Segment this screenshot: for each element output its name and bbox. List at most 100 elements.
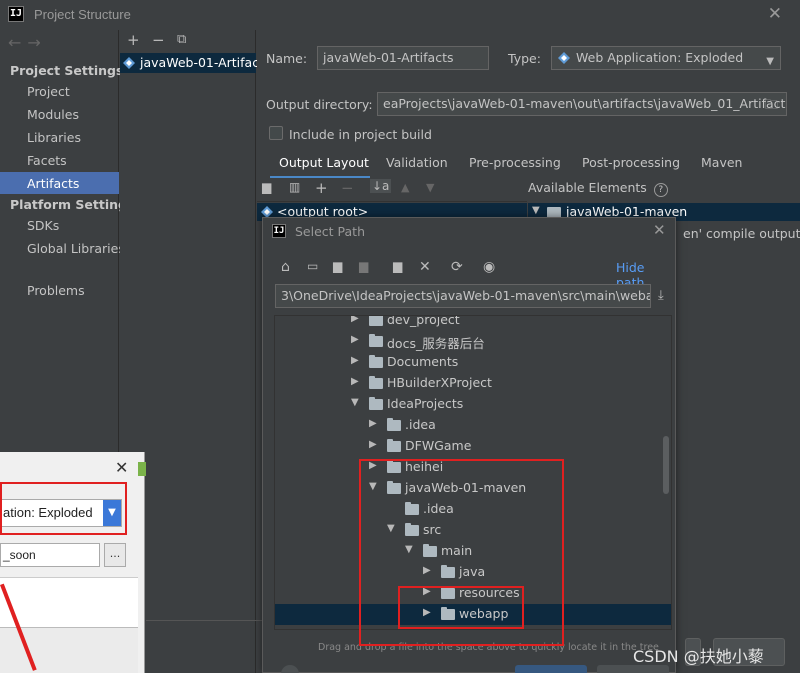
type-label: Type: bbox=[508, 51, 541, 66]
browse-button[interactable]: ... bbox=[104, 543, 126, 567]
chevron-right-icon[interactable]: ▶ bbox=[369, 418, 377, 429]
side-tab-marker bbox=[138, 462, 146, 476]
name-text-value: _soon bbox=[3, 548, 36, 562]
remove-icon[interactable]: − bbox=[341, 179, 354, 197]
available-elements-title: Available Elements ? bbox=[528, 180, 668, 197]
type-select-value: Web Application: Exploded bbox=[576, 50, 744, 65]
dialog-title: Select Path bbox=[295, 224, 365, 239]
close-icon[interactable]: ✕ bbox=[115, 458, 128, 477]
title-bar: IJ Project Structure ✕ bbox=[0, 0, 800, 30]
tree-row[interactable]: ▶ .idea bbox=[275, 415, 671, 436]
web-artifact-icon bbox=[558, 52, 570, 64]
chevron-down-icon[interactable]: ▼ bbox=[351, 397, 359, 408]
delete-icon[interactable]: ✕ bbox=[419, 259, 431, 275]
watermark: CSDN @扶她小藜 bbox=[633, 647, 764, 666]
move-down-icon[interactable]: ▼ bbox=[426, 181, 434, 194]
tree-row[interactable]: ▶ docs_服务器后台 bbox=[275, 331, 671, 352]
folder-icon bbox=[387, 439, 401, 452]
project-folder-icon[interactable]: ▆ bbox=[333, 259, 342, 273]
tree-row-label: docs_服务器后台 bbox=[387, 336, 485, 351]
sidebar-item-artifacts[interactable]: Artifacts bbox=[27, 176, 79, 191]
chevron-down-icon: ▼ bbox=[532, 205, 540, 216]
folder-icon bbox=[369, 376, 383, 389]
archive-icon[interactable]: ▥ bbox=[289, 180, 300, 194]
annotation-webapp-box bbox=[398, 586, 524, 629]
new-folder-icon[interactable]: ▆ bbox=[393, 259, 402, 273]
close-icon[interactable]: ✕ bbox=[768, 4, 782, 24]
artifact-item-label: javaWeb-01-Artifact bbox=[140, 55, 264, 70]
name-field[interactable]: javaWeb-01-Artifacts bbox=[317, 46, 489, 70]
tab-post-processing[interactable]: Post-processing bbox=[582, 155, 680, 170]
close-icon[interactable]: ✕ bbox=[653, 221, 666, 239]
module-folder-icon[interactable]: ▆ bbox=[359, 259, 368, 273]
tree-row-label: Documents bbox=[387, 354, 459, 369]
sidebar-item-facets[interactable]: Facets bbox=[27, 153, 67, 168]
web-artifact-icon bbox=[123, 57, 135, 69]
add-icon[interactable]: + bbox=[127, 31, 140, 49]
add-copy-icon[interactable]: + bbox=[315, 179, 328, 197]
tab-output-layout[interactable]: Output Layout bbox=[279, 155, 369, 170]
nav-arrows[interactable]: ←→ bbox=[8, 33, 47, 52]
sidebar-item-sdks[interactable]: SDKs bbox=[27, 218, 59, 233]
sidebar-item-problems[interactable]: Problems bbox=[27, 283, 85, 298]
move-up-icon[interactable]: ▲ bbox=[401, 181, 409, 194]
tree-row-label: DFWGame bbox=[405, 438, 472, 453]
output-dir-label: Output directory: bbox=[266, 97, 373, 112]
folder-icon bbox=[387, 418, 401, 431]
sidebar-item-libraries[interactable]: Libraries bbox=[27, 130, 81, 145]
sidebar-item-global-libraries[interactable]: Global Libraries bbox=[27, 241, 125, 256]
annotation-highlight-box bbox=[0, 482, 127, 535]
chevron-right-icon[interactable]: ▶ bbox=[351, 355, 359, 366]
new-folder-icon[interactable]: ▆ bbox=[262, 180, 271, 194]
tree-row[interactable]: ▶ DFWGame bbox=[275, 436, 671, 457]
folder-icon bbox=[369, 334, 383, 347]
divider bbox=[146, 620, 262, 621]
tree-row[interactable]: ▼ IdeaProjects bbox=[275, 394, 671, 415]
output-dir-value: eaProjects\javaWeb-01-maven\out\artifact… bbox=[383, 96, 787, 111]
ok-button[interactable] bbox=[515, 665, 587, 673]
chevron-right-icon[interactable]: ▶ bbox=[351, 316, 359, 324]
chevron-down-icon: ▼ bbox=[766, 56, 774, 67]
include-build-checkbox[interactable] bbox=[269, 126, 283, 140]
show-hidden-icon[interactable]: ◉ bbox=[483, 259, 495, 275]
refresh-icon[interactable]: ⟳ bbox=[451, 259, 463, 275]
compile-output-item[interactable]: en' compile output bbox=[683, 226, 800, 241]
type-select[interactable]: Web Application: Exploded ▼ bbox=[551, 46, 781, 70]
download-icon[interactable]: ⤓ bbox=[658, 288, 664, 303]
sidebar-item-project[interactable]: Project bbox=[27, 84, 70, 99]
folder-browse-icon[interactable]: 🗀 bbox=[765, 96, 778, 118]
sidebar-item-modules[interactable]: Modules bbox=[27, 107, 79, 122]
tree-row-label: .idea bbox=[405, 417, 436, 432]
project-settings-header: Project Settings bbox=[10, 63, 124, 78]
name-label: Name: bbox=[266, 51, 308, 66]
tab-validation[interactable]: Validation bbox=[386, 155, 448, 170]
available-elements-label: Available Elements bbox=[528, 180, 647, 195]
tree-row[interactable]: ▶ HBuilderXProject bbox=[275, 373, 671, 394]
include-build-label: Include in project build bbox=[289, 127, 432, 142]
tree-scrollbar[interactable] bbox=[663, 436, 669, 494]
output-dir-field[interactable]: eaProjects\javaWeb-01-maven\out\artifact… bbox=[377, 92, 787, 116]
chevron-right-icon[interactable]: ▶ bbox=[351, 376, 359, 387]
tab-pre-processing[interactable]: Pre-processing bbox=[469, 155, 561, 170]
copy-icon[interactable]: ⧉ bbox=[177, 32, 186, 47]
tab-maven[interactable]: Maven bbox=[701, 155, 742, 170]
help-icon[interactable]: ? bbox=[653, 183, 668, 197]
sort-icon[interactable]: ↓a bbox=[370, 179, 392, 193]
artifact-item[interactable]: javaWeb-01-Artifact bbox=[120, 53, 264, 73]
help-button[interactable] bbox=[281, 665, 299, 673]
tree-row-label: IdeaProjects bbox=[387, 396, 464, 411]
tree-row-label: dev_project bbox=[387, 315, 460, 327]
path-input[interactable]: 3\OneDrive\IdeaProjects\javaWeb-01-maven… bbox=[275, 284, 651, 308]
folder-icon bbox=[369, 397, 383, 410]
tree-row[interactable]: ▶ Documents bbox=[275, 352, 671, 373]
home-icon[interactable]: ⌂ bbox=[281, 259, 290, 275]
name-text-field[interactable]: _soon bbox=[0, 543, 100, 567]
folder-icon bbox=[369, 355, 383, 368]
folder-icon bbox=[369, 316, 383, 326]
chevron-right-icon[interactable]: ▶ bbox=[369, 439, 377, 450]
tree-row[interactable]: ▶ dev_project bbox=[275, 315, 671, 331]
desktop-icon[interactable]: ▭ bbox=[307, 259, 318, 273]
remove-icon[interactable]: − bbox=[152, 31, 165, 49]
tree-row-label: HBuilderXProject bbox=[387, 375, 492, 390]
chevron-right-icon[interactable]: ▶ bbox=[351, 334, 359, 345]
